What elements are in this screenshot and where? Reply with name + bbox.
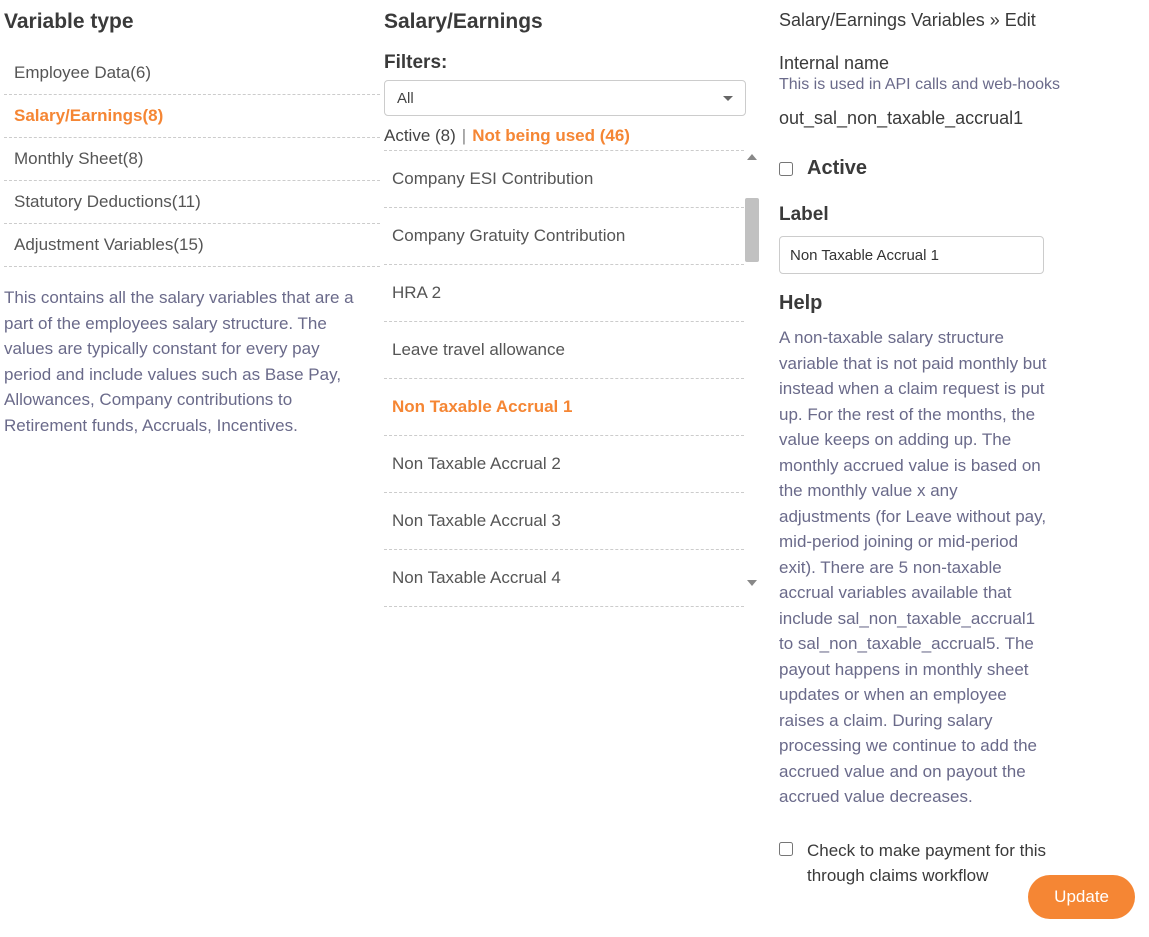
scrollbar-thumb[interactable]	[745, 198, 759, 262]
chevron-down-icon	[723, 96, 733, 101]
variable-list: Company ESI Contribution Company Gratuit…	[384, 150, 744, 607]
internal-name-value: out_sal_non_taxable_accrual1	[779, 108, 1135, 129]
edit-panel: Salary/Earnings Variables » Edit Interna…	[765, 0, 1149, 937]
variable-item[interactable]: HRA 2	[384, 265, 744, 322]
variable-item[interactable]: Leave travel allowance	[384, 322, 744, 379]
variable-type-title: Variable type	[4, 10, 380, 34]
filter-select[interactable]: All	[384, 80, 746, 116]
variable-item[interactable]: Non Taxable Accrual 3	[384, 493, 744, 550]
active-checkbox-row: Active	[779, 157, 1135, 180]
scrollbar[interactable]	[745, 150, 759, 590]
claims-checkbox[interactable]	[779, 842, 793, 856]
tab-separator: |	[462, 126, 466, 146]
type-item-monthly-sheet[interactable]: Monthly Sheet(8)	[4, 138, 380, 181]
help-text: A non-taxable salary structure variable …	[779, 325, 1049, 810]
update-button[interactable]: Update	[1028, 875, 1135, 919]
variable-list-panel: Salary/Earnings Filters: All Active (8) …	[380, 0, 765, 937]
breadcrumb: Salary/Earnings Variables » Edit	[779, 10, 1135, 31]
variable-scroll-container: Company ESI Contribution Company Gratuit…	[384, 150, 765, 590]
active-checkbox[interactable]	[779, 162, 793, 176]
variable-type-panel: Variable type Employee Data(6) Salary/Ea…	[0, 0, 380, 937]
variable-type-list: Employee Data(6) Salary/Earnings(8) Mont…	[4, 52, 380, 267]
tab-not-being-used[interactable]: Not being used (46)	[472, 126, 630, 146]
label-heading: Label	[779, 204, 1135, 226]
variable-item[interactable]: Company Gratuity Contribution	[384, 208, 744, 265]
type-item-adjustment-variables[interactable]: Adjustment Variables(15)	[4, 224, 380, 267]
scroll-arrow-down-icon[interactable]	[745, 576, 759, 590]
type-item-salary-earnings[interactable]: Salary/Earnings(8)	[4, 95, 380, 138]
filters-label: Filters:	[384, 52, 765, 74]
variable-type-description: This contains all the salary variables t…	[4, 285, 380, 438]
type-item-statutory-deductions[interactable]: Statutory Deductions(11)	[4, 181, 380, 224]
variable-list-title: Salary/Earnings	[384, 10, 765, 34]
scroll-arrow-up-icon[interactable]	[745, 150, 759, 164]
label-input[interactable]	[779, 236, 1044, 274]
filter-tabs: Active (8) | Not being used (46)	[384, 126, 765, 146]
help-heading: Help	[779, 292, 1135, 315]
internal-name-label: Internal name	[779, 53, 1135, 74]
active-checkbox-label: Active	[807, 157, 867, 180]
type-item-employee-data[interactable]: Employee Data(6)	[4, 52, 380, 95]
tab-active[interactable]: Active (8)	[384, 126, 456, 146]
variable-item[interactable]: Non Taxable Accrual 4	[384, 550, 744, 607]
internal-name-hint: This is used in API calls and web-hooks	[779, 76, 1135, 94]
variable-item[interactable]: Non Taxable Accrual 1	[384, 379, 744, 436]
filter-select-value: All	[397, 90, 414, 107]
variable-item[interactable]: Non Taxable Accrual 2	[384, 436, 744, 493]
variable-item[interactable]: Company ESI Contribution	[384, 150, 744, 208]
